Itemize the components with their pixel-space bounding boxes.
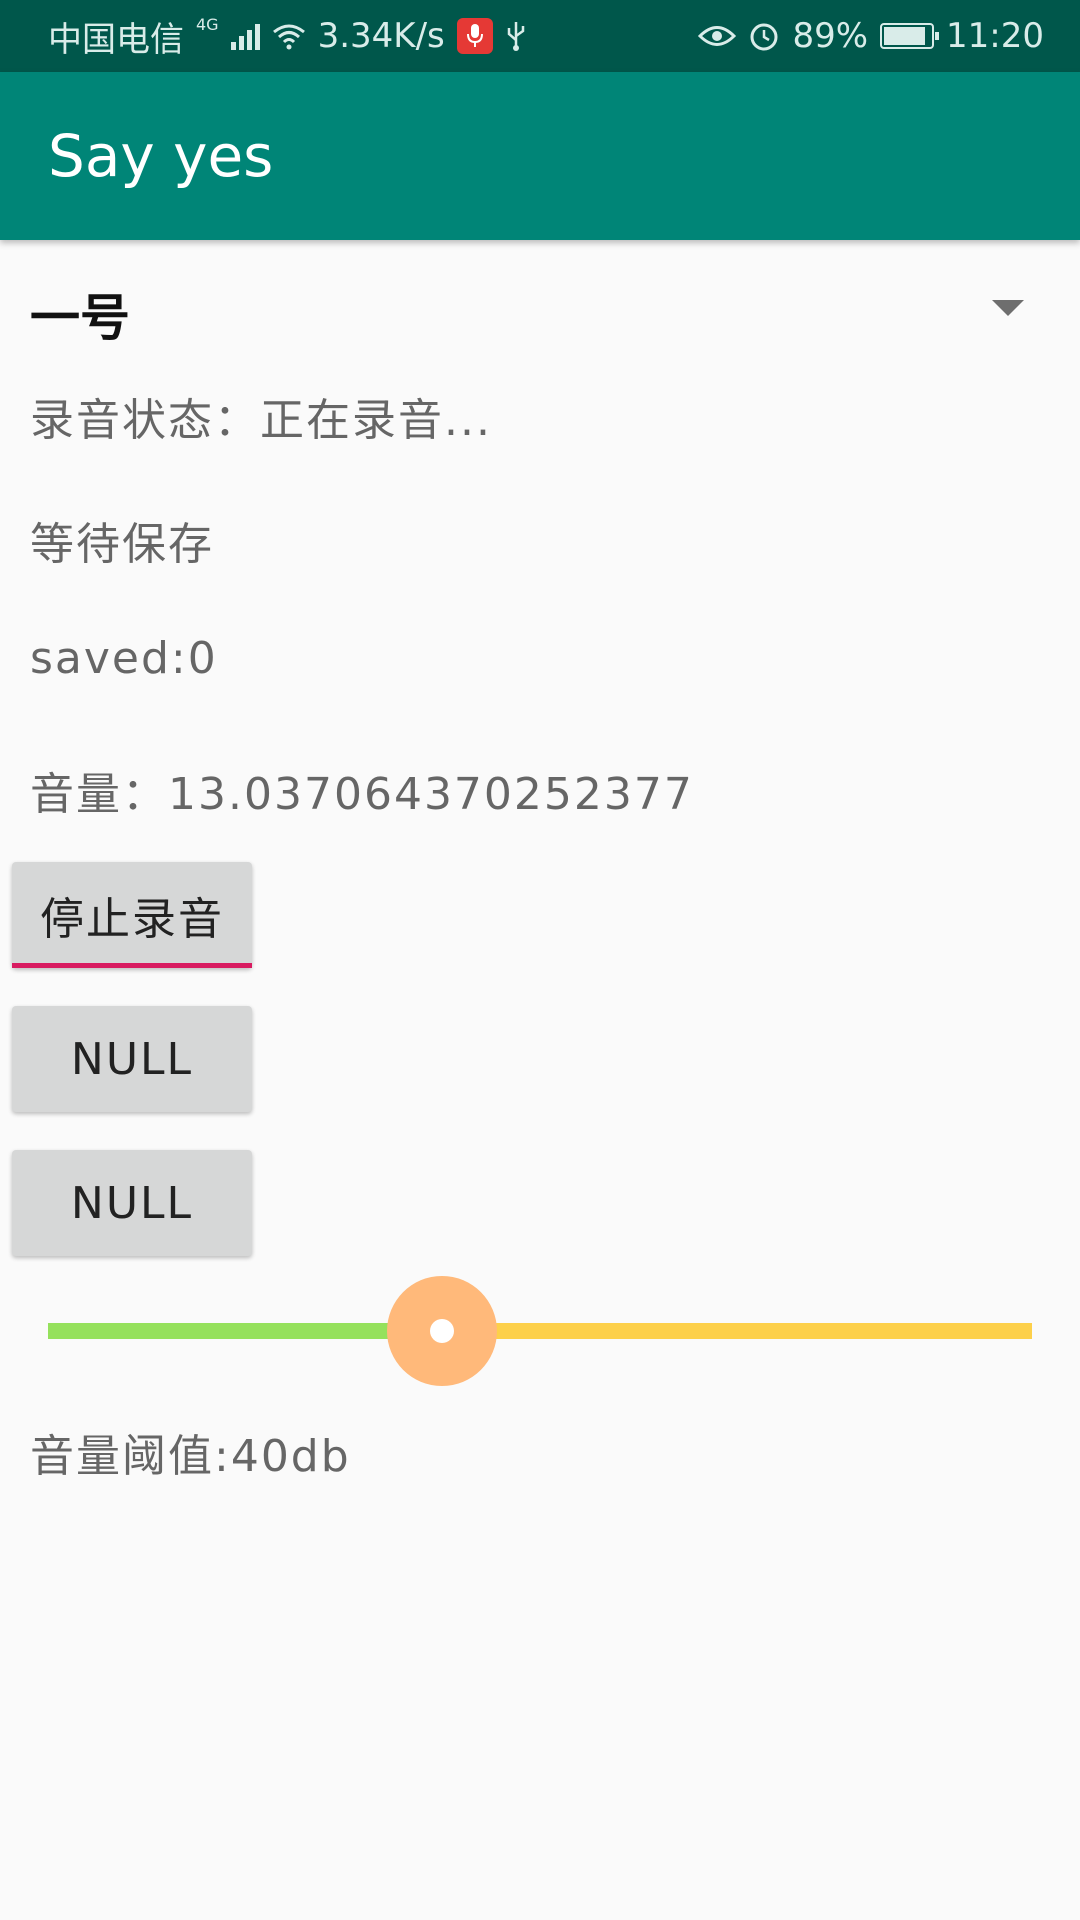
stop-record-button[interactable]: 停止录音 [12,862,252,968]
network-type-label: 4G [196,14,219,34]
status-bar: 中国电信 4G 3.34K/s 89% 11:20 [0,0,1080,72]
volume-text: 音量：13.037064370252377 [30,769,694,820]
battery-percent-label: 89% [792,16,869,56]
eye-icon [698,26,737,46]
record-status-text: 录音状态：正在录音... [30,395,492,446]
app-bar: Say yes [0,72,1080,240]
usb-icon [507,22,524,51]
app-title: Say yes [48,122,274,190]
slider-remaining-track [442,1323,1032,1339]
alarm-icon [750,23,778,51]
null-button-1[interactable]: NULL [12,1006,252,1112]
network-speed-label: 3.34K/s [317,16,445,56]
microphone-icon [456,18,493,54]
slider-thumb[interactable] [387,1276,497,1386]
spinner-selected-value: 一号 [30,288,130,347]
status-bar-right: 89% 11:20 [698,16,1044,56]
wifi-icon [272,24,305,50]
carrier-label: 中国电信 [48,19,184,60]
slider-thumb-center [430,1319,454,1343]
null-button-2[interactable]: NULL [12,1150,252,1256]
volume-threshold-slider[interactable] [48,1276,1032,1386]
focus-underline [12,963,252,968]
null-button-2-label: NULL [70,1177,194,1229]
status-bar-left: 中国电信 4G 3.34K/s [48,12,527,61]
device-spinner[interactable]: 一号 [0,260,1080,360]
null-button-1-label: NULL [70,1033,194,1085]
save-status-text: 等待保存 [30,519,214,570]
clock-label: 11:20 [946,16,1044,56]
battery-icon [880,23,940,49]
saved-count-text: saved:0 [30,633,218,684]
signal-icon [230,22,260,50]
volume-threshold-text: 音量阈值:40db [30,1431,351,1482]
slider-progress-track [48,1323,442,1339]
dropdown-arrow-icon [992,300,1024,316]
stop-record-button-label: 停止录音 [40,894,224,945]
